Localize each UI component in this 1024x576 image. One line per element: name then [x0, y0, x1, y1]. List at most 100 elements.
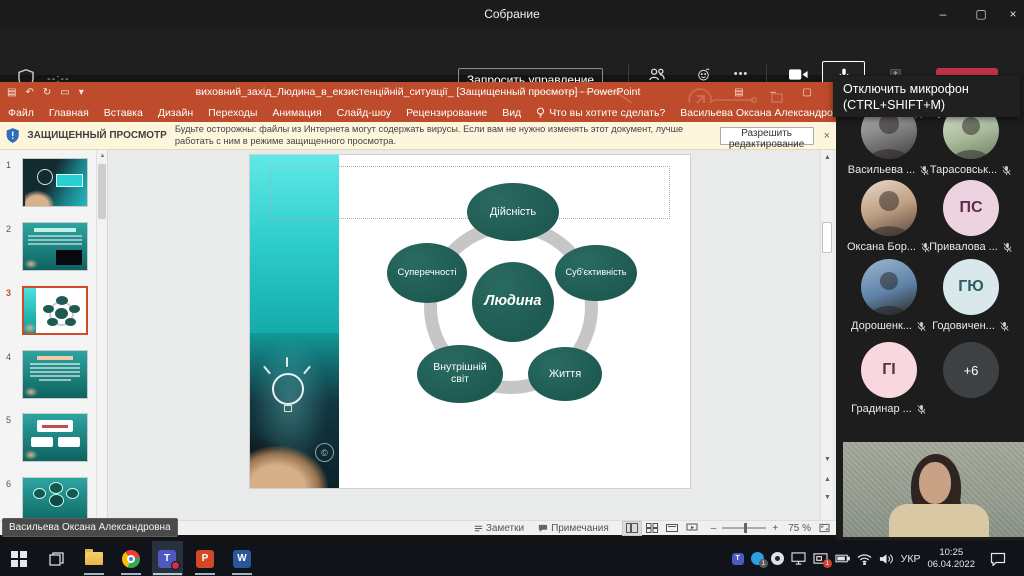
onedrive-tray-icon[interactable]: 1: [751, 552, 764, 565]
editor-scrollbar[interactable]: ▲ ▼ ▲ ▼: [820, 150, 833, 520]
battery-tray-icon[interactable]: [835, 554, 850, 563]
protected-bar-close-icon[interactable]: ×: [824, 130, 830, 142]
tab-slideshow[interactable]: Слайд-шоу: [337, 107, 391, 119]
scrollbar-thumb[interactable]: [822, 222, 832, 253]
normal-view-button[interactable]: [623, 522, 641, 535]
participant-name: Градинар ...: [851, 403, 912, 415]
clock[interactable]: 10:25 06.04.2022: [927, 547, 975, 570]
protected-shield-icon: [6, 127, 19, 144]
teams-tray-icon[interactable]: T: [732, 553, 744, 565]
chrome-icon: [122, 550, 140, 568]
participant-tile[interactable]: Оксана Бор...: [845, 180, 933, 253]
volume-tray-icon[interactable]: [879, 553, 894, 565]
display-tray-icon[interactable]: [791, 552, 806, 565]
tab-file[interactable]: Файл: [8, 107, 34, 119]
notes-toggle[interactable]: Заметки: [474, 523, 524, 534]
teams-button[interactable]: T: [150, 541, 184, 576]
task-view-button[interactable]: [40, 541, 74, 576]
slide-thumbnail[interactable]: [22, 350, 88, 399]
thumb-number: 5: [6, 415, 11, 425]
fit-to-window-button[interactable]: [819, 523, 830, 533]
tab-animations[interactable]: Анимация: [272, 107, 321, 119]
tab-view[interactable]: Вид: [502, 107, 521, 119]
tab-transitions[interactable]: Переходы: [208, 107, 257, 119]
zoom-slider-thumb[interactable]: [744, 523, 747, 533]
slide-thumbnail[interactable]: [22, 158, 88, 207]
diagram-center-node[interactable]: Людина: [472, 262, 554, 342]
participant-avatar-initials: ГІ: [861, 342, 917, 398]
self-video-feed[interactable]: [843, 442, 1024, 537]
slide-thumbnail[interactable]: [22, 222, 88, 271]
notes-icon: [474, 524, 483, 533]
scroll-up-icon[interactable]: ▲: [821, 150, 834, 164]
previous-slide-icon[interactable]: ▲: [821, 472, 834, 486]
minimize-button[interactable]: –: [928, 0, 958, 28]
account-name[interactable]: Васильева Оксана Александровна: [680, 107, 850, 119]
task-view-icon: [49, 551, 65, 567]
enable-editing-button[interactable]: Разрешить редактирование: [720, 127, 814, 145]
language-indicator[interactable]: УКР: [901, 553, 921, 565]
slide-thumbnail[interactable]: [22, 413, 88, 462]
zoom-out-button[interactable]: –: [711, 523, 717, 534]
mic-off-icon: [916, 404, 927, 415]
tab-home[interactable]: Главная: [49, 107, 89, 119]
screen-capture-tray-icon[interactable]: 1: [813, 552, 828, 565]
scroll-down-icon[interactable]: ▼: [821, 452, 834, 466]
chrome-button[interactable]: [114, 541, 148, 576]
thumb-hand: [25, 190, 55, 206]
thumb-photo: [56, 250, 82, 265]
zoom-level[interactable]: 75 %: [788, 523, 811, 534]
ppt-window-title: виховний_захід_Людина_в_екзистенційній_с…: [0, 82, 836, 103]
participant-avatar-initials: ПС: [943, 180, 999, 236]
screen: Собрание – ▢ × --:-- Запросить управлени…: [0, 0, 1024, 576]
participant-tile[interactable]: ПС Привалова ...: [927, 180, 1015, 253]
reactions-icon: [695, 67, 712, 82]
protected-view-message: Будьте осторожны: файлы из Интернета мог…: [175, 124, 712, 147]
slide-canvas[interactable]: © Дійсність Суперечності Суб'єктивність …: [250, 155, 690, 488]
thumbnail-scrollbar[interactable]: ▲: [96, 150, 107, 520]
diagram-node[interactable]: Внутрішній світ: [417, 345, 503, 403]
powerpoint-button[interactable]: P: [188, 541, 222, 576]
camera-icon: [789, 68, 808, 81]
ribbon-options-icon[interactable]: ▤: [726, 82, 752, 103]
ppt-minimize-button[interactable]: –: [760, 82, 786, 103]
person-silhouette-icon: [861, 180, 917, 236]
steam-tray-icon[interactable]: [771, 552, 784, 565]
diagram-node[interactable]: Суб'єктивність: [555, 245, 637, 301]
next-slide-icon[interactable]: ▼: [821, 490, 834, 504]
diagram-node[interactable]: Життя: [528, 347, 602, 401]
zoom-in-button[interactable]: +: [772, 523, 778, 534]
scroll-up-icon[interactable]: ▲: [97, 150, 108, 162]
ppt-restore-button[interactable]: ▢: [794, 82, 820, 103]
participant-tile[interactable]: ГІ Градинар ...: [845, 342, 933, 415]
file-explorer-button[interactable]: [77, 541, 111, 576]
slide-thumbnail-selected[interactable]: [22, 286, 88, 335]
scrollbar-thumb[interactable]: [98, 164, 106, 219]
word-button[interactable]: W: [225, 541, 259, 576]
comments-icon: [538, 524, 548, 533]
close-button[interactable]: ×: [998, 0, 1024, 28]
action-center-icon[interactable]: [990, 552, 1006, 566]
comments-toggle[interactable]: Примечания: [538, 523, 609, 534]
participant-tile[interactable]: ГЮ Годовичен...: [927, 259, 1015, 332]
slide-sorter-view-button[interactable]: [643, 522, 661, 535]
notification-dot: [171, 561, 180, 570]
reading-view-button[interactable]: [663, 522, 681, 535]
participant-tile[interactable]: Дорошенк...: [845, 259, 933, 332]
diagram-node[interactable]: Суперечності: [387, 243, 467, 303]
wifi-tray-icon[interactable]: [857, 553, 872, 565]
diagram-node[interactable]: Дійсність: [467, 183, 559, 241]
tab-design[interactable]: Дизайн: [158, 107, 193, 119]
tab-review[interactable]: Рецензирование: [406, 107, 487, 119]
lightbulb-icon: [536, 107, 545, 119]
tell-me-box[interactable]: Что вы хотите сделать?: [536, 107, 665, 119]
slide-thumbnail-panel: 1 2 3 4 5 6: [0, 150, 108, 520]
maximize-button[interactable]: ▢: [966, 0, 996, 28]
zoom-slider[interactable]: [722, 527, 766, 529]
slideshow-view-button[interactable]: [683, 522, 701, 535]
tab-insert[interactable]: Вставка: [104, 107, 143, 119]
participant-avatar: [861, 180, 917, 236]
start-button[interactable]: [2, 541, 36, 576]
slide-thumbnail[interactable]: [22, 477, 88, 520]
participant-overflow-tile[interactable]: +6: [927, 342, 1015, 398]
